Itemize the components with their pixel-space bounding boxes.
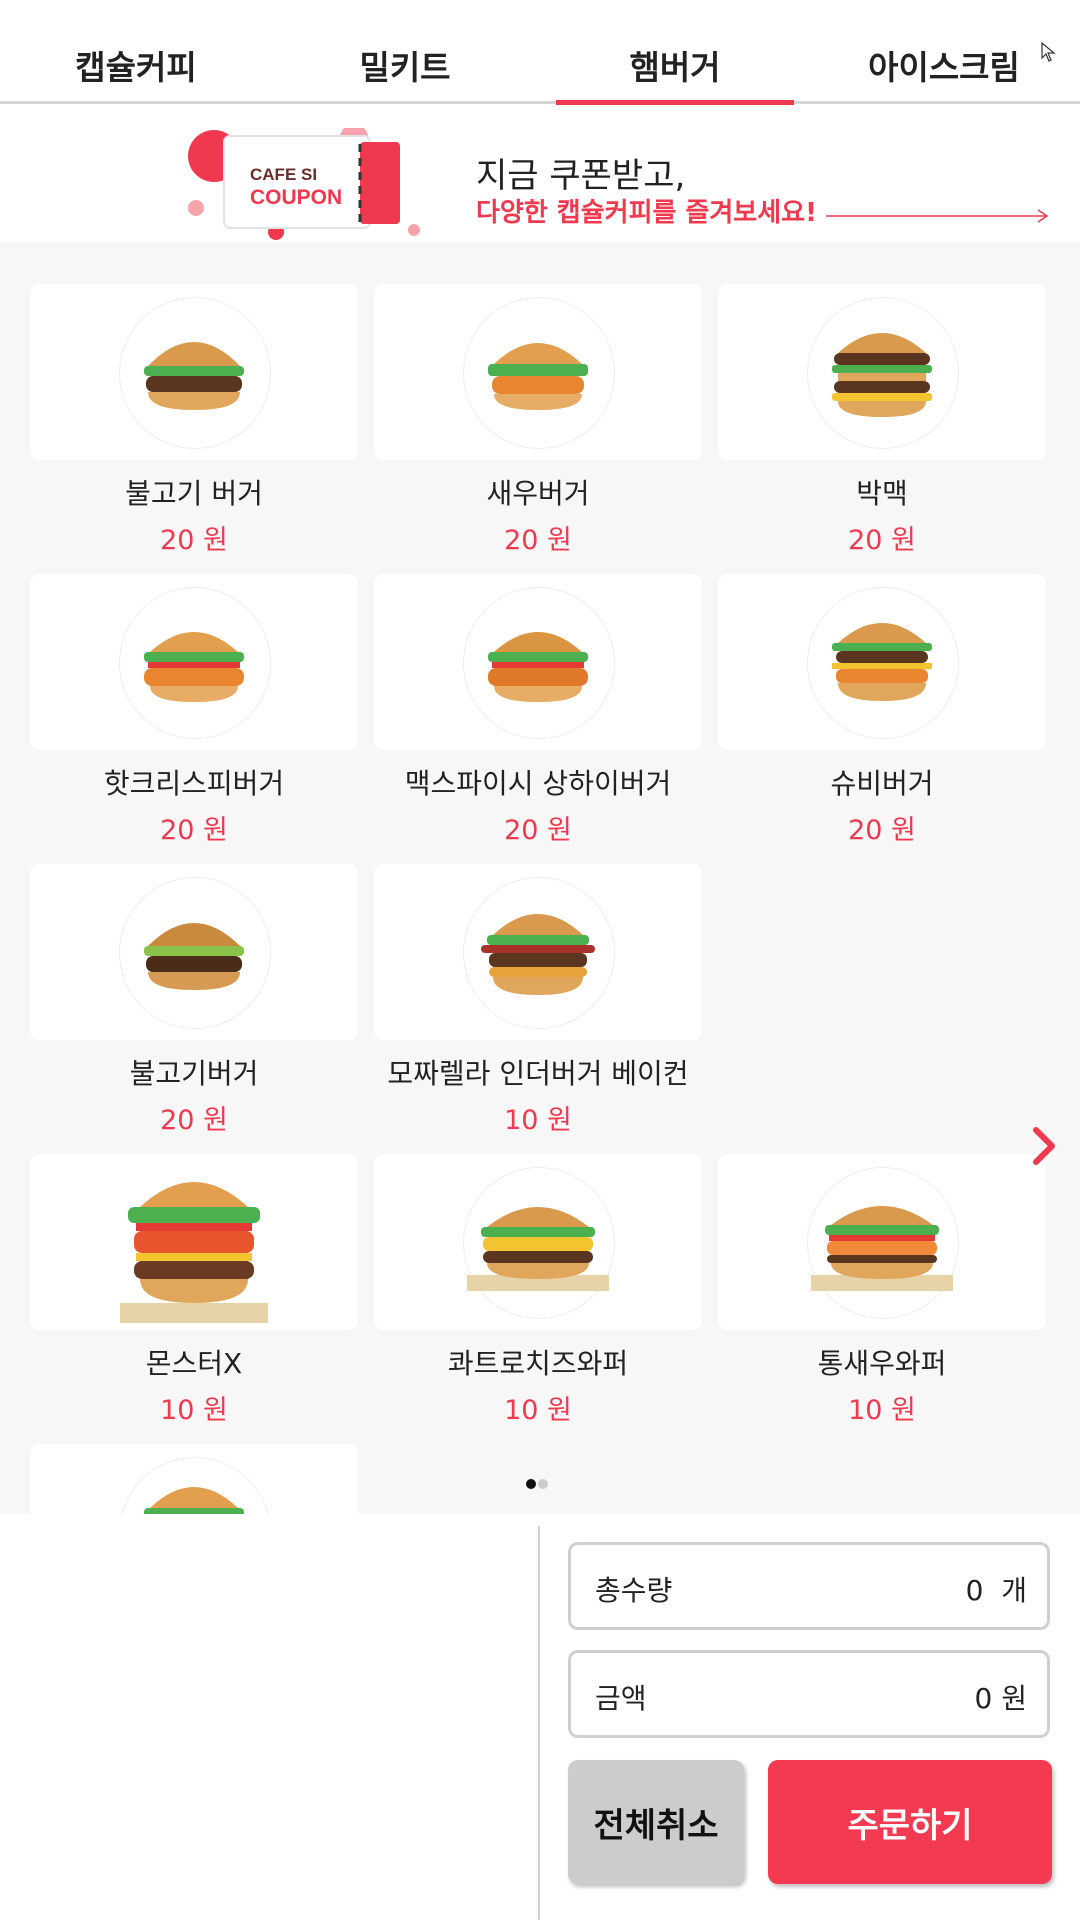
product-price: 20 원 — [504, 525, 572, 556]
product-image — [374, 574, 702, 750]
product-card[interactable]: 모짜렐라 인더버거 베이컨 10 원 — [374, 864, 702, 1137]
product-price: 10 원 — [504, 1105, 572, 1136]
category-tabs: 캡슐커피 밀키트 햄버거 아이스크림 — [0, 0, 1080, 105]
product-name: 새우버거 — [486, 477, 590, 510]
product-price: 10 원 — [160, 1395, 228, 1426]
product-card[interactable]: 불고기버거 20 원 — [30, 864, 358, 1137]
burger-icon — [481, 914, 595, 995]
product-name: 모짜렐라 인더버거 베이컨 — [387, 1057, 689, 1090]
product-card[interactable]: 몬스터X 10 원 — [30, 1154, 358, 1427]
product-card[interactable]: 맥스파이시 상하이버거 20 원 — [374, 574, 702, 847]
product-name: 통새우와퍼 — [817, 1347, 947, 1380]
total-amount-label: 금액 — [595, 1682, 647, 1715]
chevron-right-icon[interactable] — [1028, 1126, 1058, 1166]
product-image — [30, 574, 358, 750]
product-image — [374, 1154, 702, 1330]
product-image — [718, 1154, 1046, 1330]
product-name: 콰트로치즈와퍼 — [447, 1347, 629, 1380]
tab-hamburger[interactable]: 햄버거 — [556, 42, 794, 105]
product-card[interactable]: 통새우와퍼 10 원 — [718, 1154, 1046, 1427]
total-amount-box: 금액 0 원 — [568, 1650, 1050, 1738]
product-image — [30, 1444, 358, 1514]
product-price: 10 원 — [848, 1395, 916, 1426]
product-name: 몬스터X — [145, 1347, 243, 1380]
order-panel: 총수량 0 개 금액 0 원 전체취소 주문하기 — [0, 1514, 1080, 1920]
coupon-word-text: COUPON — [250, 186, 342, 209]
page-dot-2[interactable] — [538, 1479, 548, 1489]
burger-icon — [832, 623, 932, 701]
product-name: 핫크리스피버거 — [103, 767, 285, 800]
product-name: 불고기 버거 — [125, 477, 263, 510]
burger-icon — [811, 1206, 953, 1291]
product-price: 20 원 — [160, 1105, 228, 1136]
coupon-ticket-icon: CAFE SI COUPON — [188, 128, 420, 240]
coupon-banner[interactable]: CAFE SI COUPON 지금 쿠폰받고, 다양한 캡슐커피를 즐겨보세요! — [0, 128, 1080, 242]
total-quantity-box: 총수량 0 개 — [568, 1542, 1050, 1630]
product-card[interactable]: 슈비버거 20 원 — [718, 574, 1046, 847]
product-card[interactable]: 불고기 버거 20 원 — [30, 284, 358, 557]
page-dot-1[interactable] — [526, 1479, 536, 1489]
product-image — [374, 864, 702, 1040]
product-price: 20 원 — [160, 525, 228, 556]
product-image — [30, 1154, 358, 1330]
order-button[interactable]: 주문하기 — [768, 1760, 1052, 1884]
burger-icon — [144, 632, 244, 702]
tab-ice-cream[interactable]: 아이스크림 — [844, 42, 1044, 100]
banner-subline: 다양한 캡슐커피를 즐겨보세요! — [476, 198, 817, 228]
product-grid: 불고기 버거 20 원 새우버거 20 원 박맥 20 원 핫크리스피버거 20… — [0, 242, 1080, 1514]
product-image — [374, 284, 702, 460]
cart-list — [0, 1514, 538, 1906]
product-card[interactable]: 핫크리스피버거 20 원 — [30, 574, 358, 847]
product-image — [718, 574, 1046, 750]
burger-icon — [144, 923, 244, 990]
tab-capsule-coffee[interactable]: 캡슐커피 — [36, 42, 236, 100]
burger-icon — [832, 333, 932, 417]
product-price: 20 원 — [848, 525, 916, 556]
banner-headline: 지금 쿠폰받고, — [476, 156, 686, 196]
product-price: 20 원 — [160, 815, 228, 846]
panel-divider — [538, 1526, 540, 1920]
product-image — [718, 284, 1046, 460]
product-name: 맥스파이시 상하이버거 — [404, 767, 672, 800]
total-amount-value: 0 원 — [974, 1682, 1028, 1715]
burger-icon — [488, 632, 588, 702]
product-image — [30, 864, 358, 1040]
burger-icon — [488, 343, 588, 410]
arrow-right-icon — [826, 209, 1049, 223]
cancel-all-button[interactable]: 전체취소 — [568, 1760, 744, 1884]
product-card[interactable]: 새우버거 20 원 — [374, 284, 702, 557]
product-name: 박맥 — [856, 477, 908, 510]
product-card[interactable] — [30, 1444, 358, 1514]
product-price: 10 원 — [504, 1395, 572, 1426]
product-name: 슈비버거 — [830, 767, 934, 800]
mouse-cursor-icon — [1041, 42, 1056, 62]
product-card[interactable]: 박맥 20 원 — [718, 284, 1046, 557]
tab-meal-kit[interactable]: 밀키트 — [305, 42, 505, 100]
product-image — [30, 284, 358, 460]
product-name: 불고기버거 — [129, 1057, 259, 1090]
burger-icon — [467, 1207, 609, 1291]
burger-icon — [144, 1487, 244, 1514]
product-price: 20 원 — [504, 815, 572, 846]
total-quantity-label: 총수량 — [595, 1574, 673, 1607]
product-card[interactable]: 콰트로치즈와퍼 10 원 — [374, 1154, 702, 1427]
pagination-dots — [526, 1474, 550, 1493]
product-price: 20 원 — [848, 815, 916, 846]
coupon-brand-text: CAFE SI — [250, 165, 317, 184]
burger-icon — [144, 342, 244, 410]
burger-icon — [120, 1182, 268, 1323]
total-quantity-value: 0 개 — [965, 1574, 1027, 1607]
